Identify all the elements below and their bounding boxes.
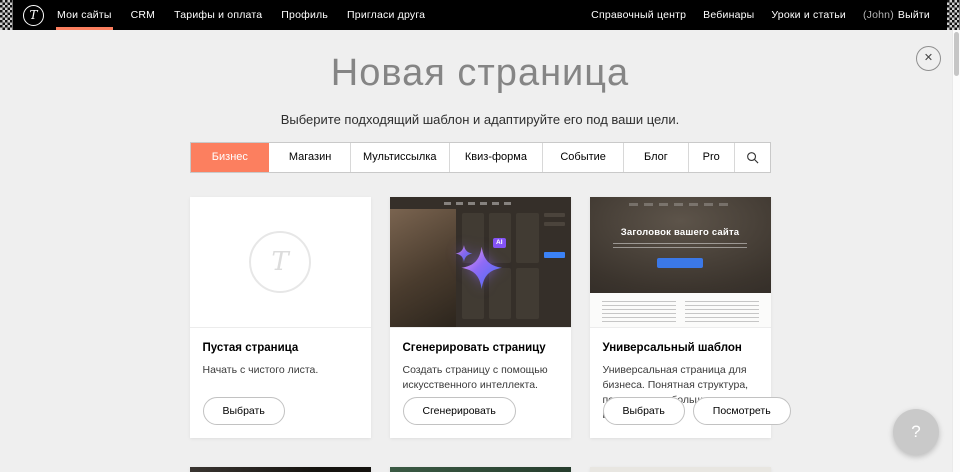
- preview-hero-text-placeholder: [613, 243, 747, 250]
- tilda-logo-letter: T: [29, 8, 37, 22]
- page-subtitle: Выберите подходящий шаблон и адаптируйте…: [0, 112, 960, 127]
- card-actions: Выбрать: [203, 397, 285, 425]
- tab-business[interactable]: Бизнес: [191, 143, 270, 172]
- template-card-partial[interactable]: [390, 467, 571, 472]
- scrollbar[interactable]: [952, 30, 960, 472]
- preview-photo-placeholder: [390, 209, 457, 327]
- choose-universal-button[interactable]: Выбрать: [603, 397, 685, 425]
- card-title: Универсальный шаблон: [603, 342, 758, 354]
- tilda-logo[interactable]: T: [23, 5, 44, 26]
- preview-nav-placeholder: [444, 202, 516, 205]
- close-button[interactable]: ✕: [916, 46, 941, 71]
- generate-button[interactable]: Сгенерировать: [403, 397, 516, 425]
- card-body: Сгенерировать страницу Создать страницу …: [390, 328, 571, 393]
- help-button[interactable]: ?: [893, 409, 939, 455]
- template-cards-row-2: [190, 467, 771, 472]
- tab-search[interactable]: [734, 143, 770, 172]
- card-description: Начать с чистого листа.: [203, 363, 358, 378]
- preview-blue-chip: [544, 252, 565, 258]
- card-title: Сгенерировать страницу: [403, 342, 558, 354]
- template-card-universal: Заголовок вашего сайта Универсальный шаб…: [590, 197, 771, 438]
- tab-shop[interactable]: Магазин: [269, 143, 350, 172]
- search-icon: [746, 151, 759, 164]
- universal-template-preview: Заголовок вашего сайта: [590, 197, 771, 328]
- template-card-blank-page: T Пустая страница Начать с чистого листа…: [190, 197, 371, 438]
- card-actions: Сгенерировать: [403, 397, 516, 425]
- preview-sidebar-placeholder: [544, 213, 565, 319]
- template-card-ai-generate: AI Сгенерировать страницу Создать страни…: [390, 197, 571, 438]
- preview-text-column: [602, 301, 676, 324]
- tab-quiz-form[interactable]: Квиз-форма: [449, 143, 543, 172]
- preview-text-section: [590, 293, 771, 327]
- halftone-pattern-right: [947, 0, 960, 30]
- tilda-watermark-icon: T: [249, 231, 311, 293]
- nav-help-center[interactable]: Справочный центр: [591, 0, 686, 30]
- halftone-pattern-left: [0, 0, 13, 30]
- account-user-name: (John): [863, 9, 894, 21]
- watermark-letter: T: [271, 247, 288, 277]
- tab-multilink[interactable]: Мультиссылка: [350, 143, 449, 172]
- nav-crm[interactable]: CRM: [131, 0, 156, 30]
- nav-webinars[interactable]: Вебинары: [703, 0, 754, 30]
- choose-blank-button[interactable]: Выбрать: [203, 397, 285, 425]
- secondary-nav: Справочный центр Вебинары Уроки и статьи…: [591, 0, 947, 30]
- page-title: Новая страница: [0, 52, 960, 96]
- tab-event[interactable]: Событие: [542, 143, 623, 172]
- preview-text-column: [685, 301, 759, 324]
- nav-profile[interactable]: Профиль: [281, 0, 328, 30]
- nav-invite-friend[interactable]: Пригласи друга: [347, 0, 425, 30]
- view-universal-button[interactable]: Посмотреть: [693, 397, 791, 425]
- topbar: T Мои сайты CRM Тарифы и оплата Профиль …: [0, 0, 960, 30]
- card-actions: Выбрать Посмотреть: [603, 397, 791, 425]
- blank-page-preview: T: [190, 197, 371, 328]
- preview-cta-button: [657, 258, 703, 268]
- template-cards-row: T Пустая страница Начать с чистого листа…: [190, 197, 771, 438]
- tab-pro[interactable]: Pro: [688, 143, 734, 172]
- ai-badge: AI: [493, 238, 506, 249]
- card-title: Пустая страница: [203, 342, 358, 354]
- ai-generate-preview: AI: [390, 197, 571, 328]
- template-card-partial[interactable]: [190, 467, 371, 472]
- preview-hero: Заголовок вашего сайта: [590, 197, 771, 293]
- card-description: Создать страницу с помощью искусственног…: [403, 363, 558, 393]
- new-page-dialog: ✕ Новая страница Выберите подходящий шаб…: [0, 30, 960, 472]
- main-nav: Мои сайты CRM Тарифы и оплата Профиль Пр…: [57, 0, 444, 30]
- nav-my-sites[interactable]: Мои сайты: [57, 0, 112, 30]
- tab-blog[interactable]: Блог: [623, 143, 688, 172]
- template-category-tabs: Бизнес Магазин Мультиссылка Квиз-форма С…: [190, 142, 771, 173]
- template-card-partial[interactable]: [590, 467, 771, 472]
- preview-hero-nav-placeholder: [629, 203, 730, 206]
- preview-hero-heading: Заголовок вашего сайта: [621, 227, 740, 238]
- nav-lessons-articles[interactable]: Уроки и статьи: [771, 0, 846, 30]
- nav-plans-payment[interactable]: Тарифы и оплата: [174, 0, 262, 30]
- card-body: Пустая страница Начать с чистого листа.: [190, 328, 371, 378]
- logout-label: Выйти: [898, 9, 930, 21]
- scrollbar-thumb[interactable]: [954, 32, 959, 76]
- nav-logout[interactable]: (John) Выйти: [863, 0, 930, 30]
